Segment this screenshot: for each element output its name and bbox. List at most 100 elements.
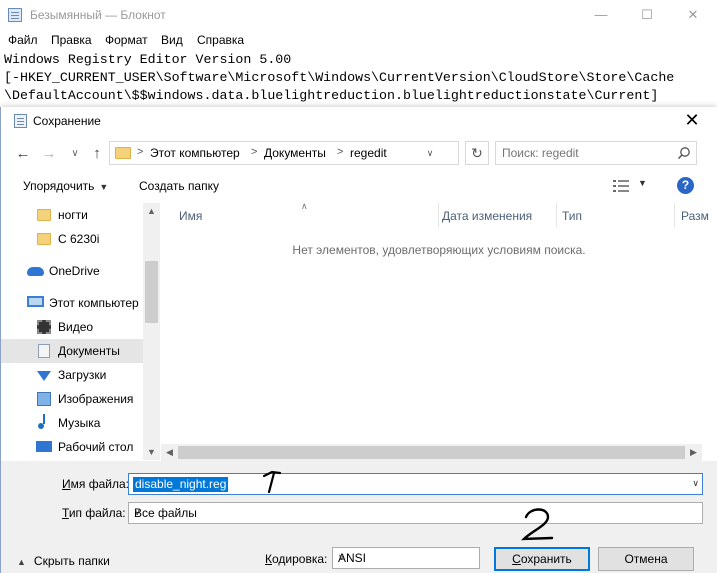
scrollbar-thumb[interactable]	[178, 446, 685, 459]
save-button[interactable]: Сохранить	[494, 547, 590, 571]
menu-format[interactable]: Формат	[105, 33, 148, 47]
nav-item-label: C 6230i	[58, 232, 100, 246]
menu-edit[interactable]: Правка	[51, 33, 92, 47]
view-options-icon[interactable]	[613, 180, 629, 192]
scrollbar-thumb[interactable]	[145, 261, 158, 323]
chevron-right-icon[interactable]: >	[337, 146, 343, 158]
folder-icon	[115, 147, 131, 159]
breadcrumb-this-pc[interactable]: Этот компьютер	[150, 146, 240, 160]
back-arrow-icon[interactable]: ←	[13, 144, 33, 164]
cancel-button[interactable]: Отмена	[598, 547, 694, 571]
nav-item-label: Рабочий стол	[58, 440, 134, 454]
chevron-down-icon[interactable]: ∨	[421, 142, 439, 164]
video-icon	[37, 320, 51, 334]
nav-item-label: OneDrive	[49, 264, 100, 278]
text-line: \DefaultAccount\$$windows.data.bluelight…	[4, 88, 659, 103]
nav-item-documents[interactable]: Документы	[1, 339, 143, 363]
breadcrumb-regedit[interactable]: regedit	[350, 146, 387, 160]
column-header-size[interactable]: Разм	[675, 203, 717, 227]
chevron-down-icon[interactable]: ∨	[338, 552, 476, 563]
scroll-left-icon[interactable]: ◀	[161, 444, 178, 461]
nav-item-downloads[interactable]: Загрузки	[1, 363, 143, 387]
column-header-type[interactable]: Тип	[557, 203, 675, 227]
notepad-icon	[8, 8, 22, 22]
nav-item-desktop[interactable]: Рабочий стол	[1, 435, 143, 459]
menu-file[interactable]: Файл	[8, 33, 38, 47]
chevron-down-icon[interactable]: ∨	[65, 144, 85, 164]
filetype-select[interactable]: Все файлы ∨	[128, 502, 703, 524]
hide-folders-toggle[interactable]: ▲ Скрыть папки	[17, 554, 110, 568]
notepad-titlebar[interactable]: Безымянный — Блокнот — ☐ ✕	[0, 0, 717, 30]
nav-pane-scrollbar[interactable]: ▲ ▼	[143, 203, 160, 460]
forward-arrow-icon[interactable]: →	[39, 144, 59, 164]
computer-icon	[27, 296, 44, 307]
filename-label: Имя файла:	[62, 477, 129, 491]
dialog-titlebar[interactable]: Сохранение ✕	[1, 107, 717, 135]
dialog-title: Сохранение	[33, 114, 101, 128]
close-icon[interactable]: ✕	[677, 108, 707, 134]
nav-item-nogti[interactable]: ногти	[1, 203, 143, 227]
search-box[interactable]	[495, 141, 697, 165]
chevron-down-icon[interactable]: ∨	[134, 507, 699, 518]
save-options-panel: Имя файла: disable_night.reg ∨ Тип файла…	[1, 461, 717, 573]
filetype-label: Тип файла:	[62, 506, 126, 520]
navigation-bar: ← → ∨ ↑ > Этот компьютер > Документы > r…	[1, 135, 717, 173]
nav-item-images[interactable]: Изображения	[1, 387, 143, 411]
nav-item-music[interactable]: Музыка	[1, 411, 143, 435]
encoding-select[interactable]: ANSI ∨	[332, 547, 480, 569]
notepad-menubar: Файл Правка Формат Вид Справка	[0, 30, 717, 49]
maximize-icon[interactable]: ☐	[624, 0, 670, 30]
nav-item-video[interactable]: Видео	[1, 315, 143, 339]
chevron-down-icon[interactable]: ∨	[692, 478, 699, 489]
nav-item-label: Этот компьютер	[49, 296, 139, 310]
text-line: Windows Registry Editor Version 5.00	[4, 52, 292, 67]
documents-icon	[38, 344, 50, 358]
empty-message: Нет элементов, удовлетворяющих условиям …	[292, 243, 586, 257]
onedrive-icon	[27, 267, 44, 276]
up-arrow-icon[interactable]: ↑	[87, 144, 107, 164]
music-icon	[38, 414, 45, 429]
scroll-down-icon[interactable]: ▼	[143, 444, 160, 460]
column-header-name[interactable]: Имя	[161, 203, 439, 227]
breadcrumb-documents[interactable]: Документы	[264, 146, 326, 160]
nav-item-this-pc[interactable]: Этот компьютер	[1, 291, 143, 315]
command-toolbar: Упорядочить ▼ Создать папку ▼ ?	[1, 173, 717, 199]
caret-down-icon[interactable]: ▼	[638, 178, 647, 188]
text-line: [-HKEY_CURRENT_USER\Software\Microsoft\W…	[4, 70, 675, 85]
chevron-right-icon[interactable]: >	[137, 146, 143, 158]
nav-item-onedrive[interactable]: OneDrive	[1, 259, 143, 283]
menu-view[interactable]: Вид	[161, 33, 183, 47]
images-icon	[37, 392, 51, 406]
menu-help[interactable]: Справка	[197, 33, 244, 47]
refresh-icon[interactable]: ↻	[465, 141, 489, 165]
nav-item-label: Документы	[58, 344, 120, 358]
organize-label: Упорядочить	[23, 179, 95, 193]
nav-item-c6230i[interactable]: C 6230i	[1, 227, 143, 251]
minimize-icon[interactable]: —	[578, 0, 624, 30]
encoding-label: Кодировка:	[265, 552, 328, 566]
downloads-icon	[37, 371, 51, 381]
navigation-pane: ногти C 6230i OneDrive Этот компьютер Ви…	[1, 203, 159, 460]
search-input[interactable]	[502, 145, 672, 161]
file-list-hscrollbar[interactable]: ◀ ▶	[161, 444, 702, 461]
nav-item-label: Изображения	[58, 392, 134, 406]
search-icon	[677, 147, 690, 160]
scroll-up-icon[interactable]: ▲	[143, 203, 160, 219]
filename-field[interactable]: disable_night.reg ∨	[128, 473, 703, 495]
desktop-icon	[36, 441, 52, 452]
address-bar[interactable]: > Этот компьютер > Документы > regedit ∨	[109, 141, 459, 165]
caret-up-icon: ▲	[17, 557, 26, 567]
caret-down-icon: ▼	[99, 182, 109, 192]
notepad-text-area[interactable]: Windows Registry Editor Version 5.00 [-HK…	[4, 51, 674, 105]
scroll-right-icon[interactable]: ▶	[685, 444, 702, 461]
organize-button[interactable]: Упорядочить ▼	[23, 179, 108, 193]
close-icon[interactable]: ✕	[670, 0, 716, 30]
save-dialog: Сохранение ✕ ← → ∨ ↑ > Этот компьютер > …	[0, 107, 717, 573]
filename-value[interactable]: disable_night.reg	[133, 477, 229, 492]
chevron-right-icon[interactable]: >	[251, 146, 257, 158]
new-folder-button[interactable]: Создать папку	[139, 179, 219, 193]
help-icon[interactable]: ?	[677, 177, 694, 194]
folder-icon	[37, 233, 51, 245]
column-header-date[interactable]: Дата изменения	[439, 203, 557, 227]
file-list[interactable]: ∧ Имя Дата изменения Тип Разм Нет элемен…	[161, 203, 717, 460]
